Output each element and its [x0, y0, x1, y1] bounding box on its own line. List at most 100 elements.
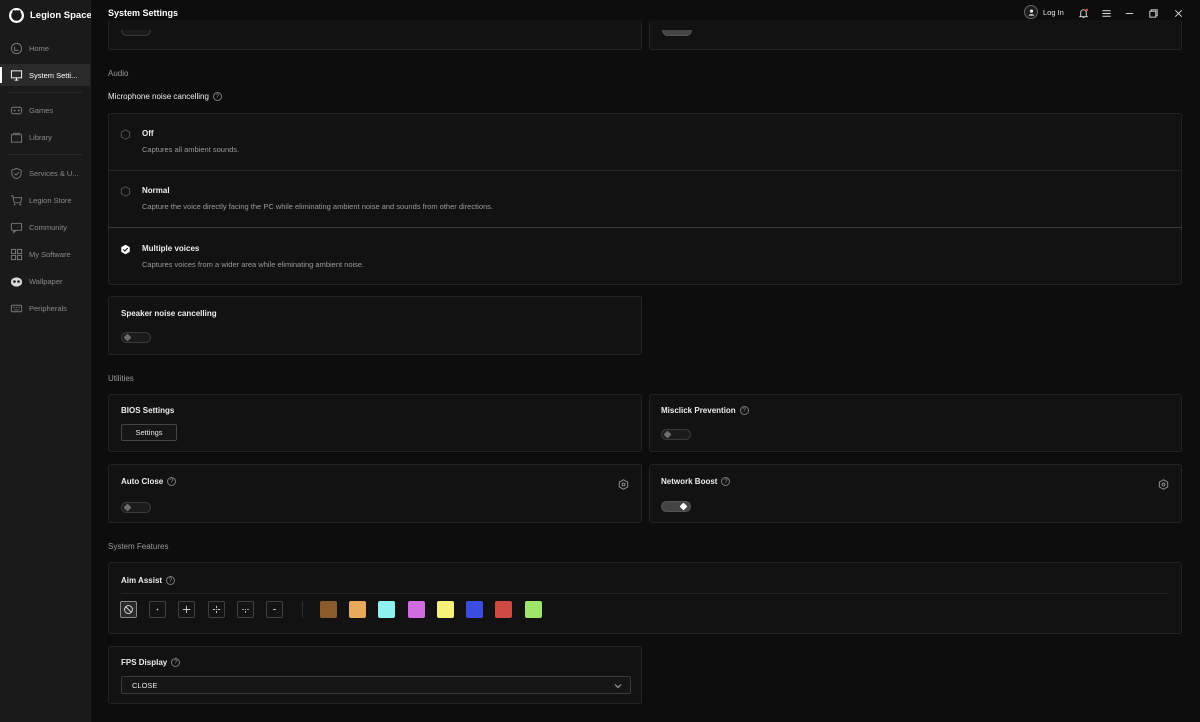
none-icon	[124, 605, 133, 614]
network-boost-label: Network Boost	[661, 477, 718, 486]
settings-content: Audio Microphone noise cancelling ? Off …	[91, 20, 1200, 722]
sidebar-item-peripherals[interactable]: Peripherals	[0, 297, 90, 319]
bios-settings-title: BIOS Settings	[121, 406, 175, 415]
network-boost-settings-icon[interactable]	[1158, 477, 1169, 490]
partial-toggle[interactable]	[121, 30, 151, 36]
option-description: Capture the voice directly facing the PC…	[142, 202, 494, 211]
radio-unchecked-icon[interactable]	[120, 184, 131, 197]
menu-button[interactable]	[1099, 6, 1113, 20]
fps-display-title: FPS Display ?	[121, 658, 181, 667]
sidebar-item-services[interactable]: Services & U...	[0, 162, 90, 184]
library-icon	[10, 131, 23, 144]
restore-icon	[1148, 8, 1158, 18]
help-icon[interactable]: ?	[167, 477, 177, 486]
crosshair-dot-button[interactable]	[149, 601, 166, 618]
toolbar-separator	[302, 601, 303, 618]
sidebar-item-my-software[interactable]: My Software	[0, 243, 90, 265]
app-window: Legion Space Home System Setti... Games …	[0, 0, 1200, 722]
color-swatch-brown[interactable]	[320, 601, 337, 618]
aim-assist-card: Aim Assist ?	[108, 562, 1182, 634]
auto-close-settings-icon[interactable]	[618, 477, 629, 490]
mic-noise-label: Microphone noise cancelling	[108, 92, 209, 101]
partial-toggle[interactable]	[662, 30, 692, 36]
misclick-prevention-card: Misclick Prevention ?	[649, 394, 1182, 452]
speaker-noise-toggle[interactable]	[121, 332, 151, 343]
brand: Legion Space	[8, 6, 92, 24]
radio-unchecked-icon[interactable]	[120, 127, 131, 140]
minimize-button[interactable]	[1122, 6, 1136, 20]
sidebar-item-label: Peripherals	[29, 303, 67, 313]
color-swatch-orange[interactable]	[349, 601, 366, 618]
crosshair-gap-button[interactable]	[208, 601, 225, 618]
chat-icon	[10, 221, 23, 234]
network-boost-toggle[interactable]	[661, 501, 691, 512]
dash-crosshair-icon	[273, 609, 276, 610]
radio-option-multiple-voices[interactable]: Multiple voices Captures voices from a w…	[108, 228, 1182, 285]
sidebar-item-library[interactable]: Library	[0, 126, 90, 148]
option-label: Off	[142, 129, 154, 138]
fps-display-card: FPS Display ? CLOSE	[108, 646, 642, 704]
sidebar-item-label: Legion Store	[29, 195, 72, 205]
bios-settings-button[interactable]: Settings	[121, 424, 177, 441]
card-partial-right	[649, 20, 1182, 50]
sidebar-item-label: Home	[29, 43, 50, 53]
sidebar-divider	[8, 92, 82, 93]
spread-crosshair-icon	[242, 608, 249, 613]
sidebar-item-label: Library	[29, 132, 52, 142]
toggle-knob	[663, 430, 672, 439]
option-description: Captures voices from a wider area while …	[142, 260, 365, 269]
sidebar-divider	[8, 154, 82, 155]
sidebar-item-games[interactable]: Games	[0, 99, 90, 121]
radio-option-off[interactable]: Off Captures all ambient sounds.	[108, 113, 1182, 170]
color-swatch-blue[interactable]	[466, 601, 483, 618]
help-icon[interactable]: ?	[739, 406, 749, 415]
notification-button[interactable]	[1076, 6, 1090, 20]
sidebar-item-home[interactable]: Home	[0, 37, 90, 59]
color-swatch-green[interactable]	[525, 601, 542, 618]
auto-close-title: Auto Close ?	[121, 477, 177, 486]
login-button[interactable]: Log In	[1024, 5, 1064, 19]
crosshair-none-button[interactable]	[120, 601, 137, 618]
color-swatch-cyan[interactable]	[378, 601, 395, 618]
restore-button[interactable]	[1146, 6, 1160, 20]
misclick-prevention-title: Misclick Prevention ?	[661, 406, 749, 415]
misclick-prevention-toggle[interactable]	[661, 429, 691, 440]
aim-assist-title: Aim Assist ?	[121, 576, 176, 585]
radio-option-normal[interactable]: Normal Capture the voice directly facing…	[108, 170, 1182, 227]
radio-checked-icon[interactable]	[120, 242, 131, 255]
sidebar-item-legion-store[interactable]: Legion Store	[0, 189, 90, 211]
help-icon[interactable]: ?	[721, 477, 731, 486]
close-button[interactable]	[1171, 6, 1185, 20]
sidebar-item-community[interactable]: Community	[0, 216, 90, 238]
help-icon[interactable]: ?	[212, 92, 222, 101]
page-title: System Settings	[108, 8, 179, 18]
section-title-audio: Audio	[108, 69, 129, 78]
crosshair-plus-button[interactable]	[178, 601, 195, 618]
color-swatch-red[interactable]	[495, 601, 512, 618]
auto-close-label: Auto Close	[121, 477, 164, 486]
crosshair-dash-button[interactable]	[266, 601, 283, 618]
sidebar-item-label: My Software	[29, 249, 71, 259]
sidebar-item-wallpaper[interactable]: Wallpaper	[0, 270, 90, 292]
chevron-down-icon	[614, 684, 622, 689]
section-title-system-features: System Features	[108, 542, 169, 551]
user-icon	[1024, 5, 1038, 19]
crosshair-spread-button[interactable]	[237, 601, 254, 618]
help-icon[interactable]: ?	[171, 658, 181, 667]
sidebar: Legion Space Home System Setti... Games …	[0, 0, 92, 722]
speaker-noise-title: Speaker noise cancelling	[121, 309, 217, 318]
wallpaper-icon	[10, 275, 23, 288]
color-swatch-magenta[interactable]	[408, 601, 425, 618]
minimize-icon	[1125, 12, 1133, 14]
aim-assist-label: Aim Assist	[121, 576, 163, 585]
login-label: Log In	[1043, 7, 1064, 17]
fps-display-select[interactable]: CLOSE	[121, 676, 631, 694]
hamburger-icon	[1101, 9, 1111, 17]
help-icon[interactable]: ?	[166, 576, 176, 585]
misclick-prevention-label: Misclick Prevention	[661, 406, 736, 415]
mic-noise-title: Microphone noise cancelling ?	[108, 92, 222, 101]
speaker-noise-card: Speaker noise cancelling	[108, 296, 642, 355]
color-swatch-yellow[interactable]	[437, 601, 454, 618]
auto-close-toggle[interactable]	[121, 502, 151, 513]
sidebar-item-system-settings[interactable]: System Setti...	[0, 64, 90, 86]
